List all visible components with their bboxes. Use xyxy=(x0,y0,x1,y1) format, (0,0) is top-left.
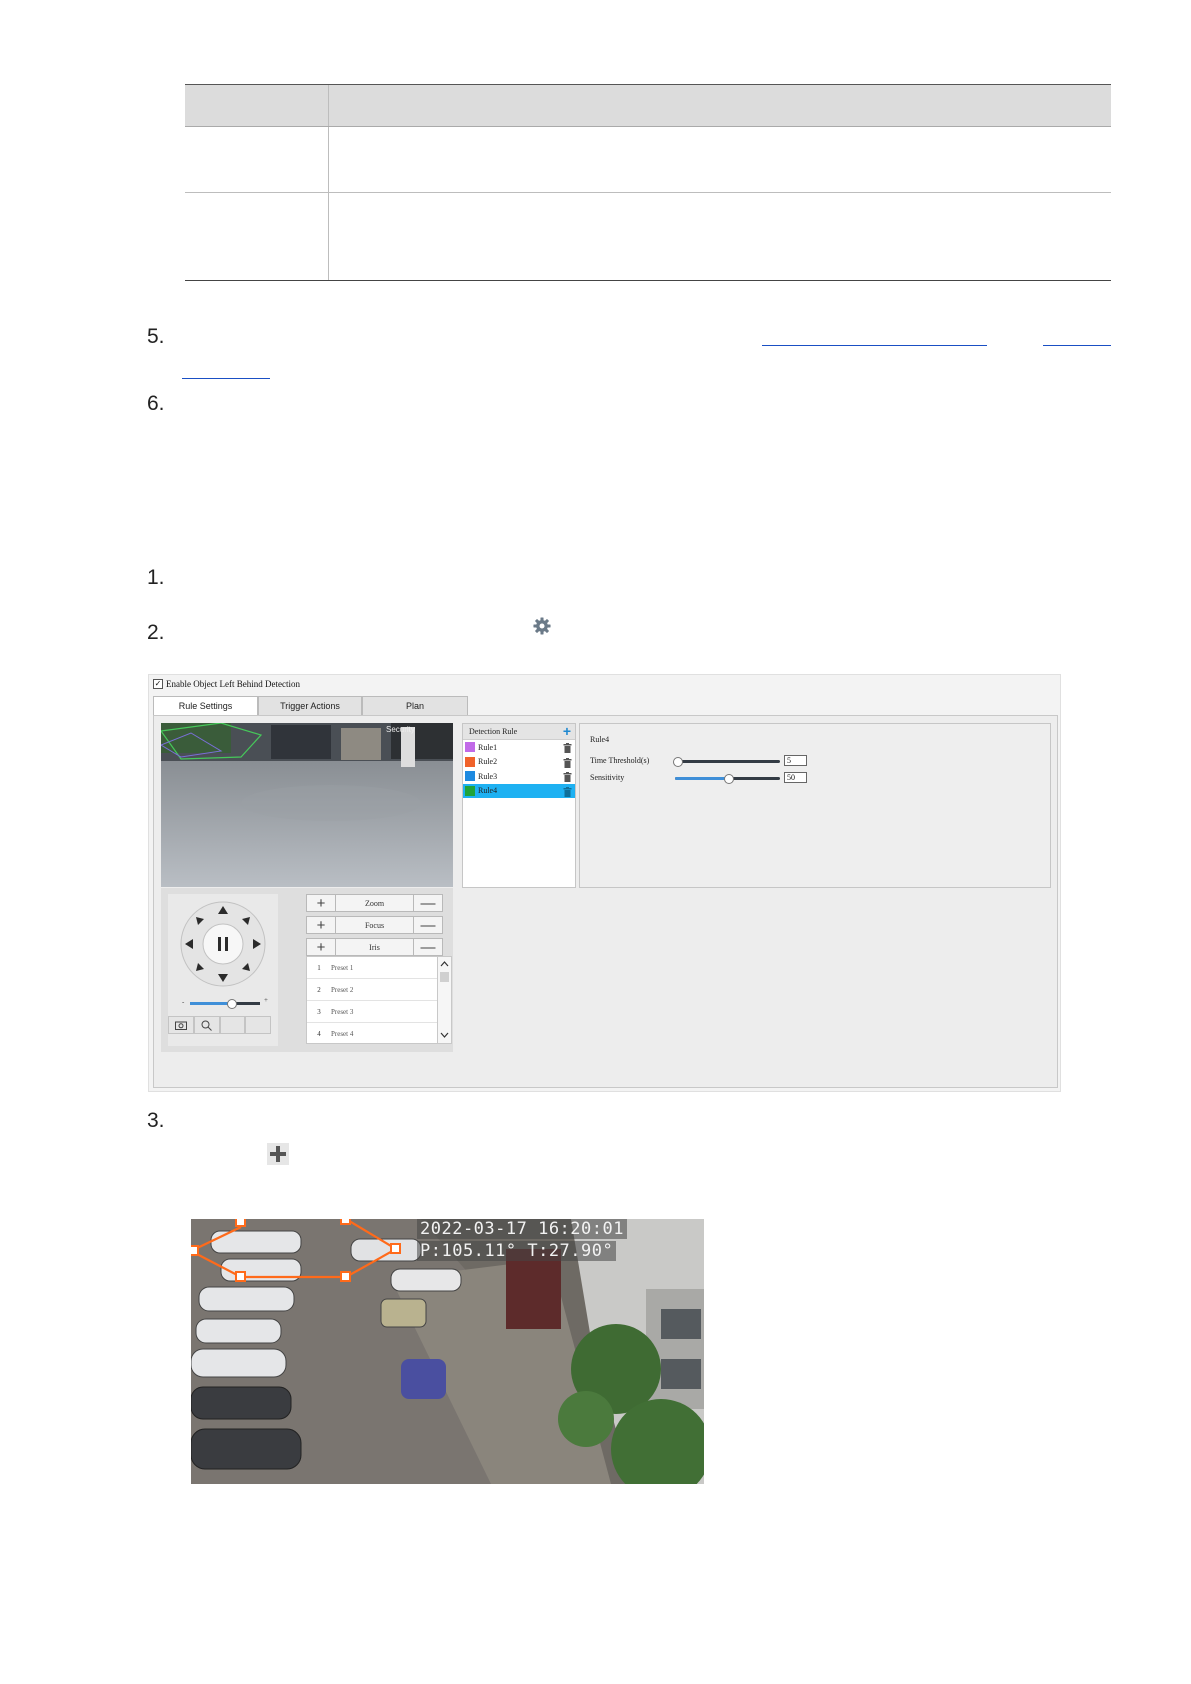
ptz-bottom-toolbar xyxy=(168,1016,271,1034)
preset-item[interactable]: 4 Preset 4 xyxy=(307,1023,437,1044)
table-row xyxy=(185,193,1111,281)
zoom-out-button[interactable]: — xyxy=(413,894,443,912)
ptz-speed-fill xyxy=(190,1002,231,1005)
zoom-area-button[interactable] xyxy=(193,1016,220,1034)
rule-name: Rule3 xyxy=(478,771,498,781)
rule-item[interactable]: Rule1 xyxy=(463,740,575,755)
detection-settings-screenshot: ✓ Enable Object Left Behind Detection Ru… xyxy=(148,674,1061,1092)
step-number: 6. xyxy=(147,392,165,415)
gear-icon xyxy=(533,617,551,635)
slider-min-label: - xyxy=(182,998,185,1006)
iris-open-button[interactable]: + xyxy=(306,938,336,956)
rule-item[interactable]: Rule2 xyxy=(463,755,575,770)
trash-icon[interactable] xyxy=(563,786,572,797)
time-threshold-label: Time Threshold(s) xyxy=(590,756,650,765)
trash-icon[interactable] xyxy=(563,743,572,753)
rule-color-swatch xyxy=(465,742,475,753)
step-number: 3. xyxy=(147,1109,165,1132)
trash-icon[interactable] xyxy=(563,772,572,782)
focus-control: + Focus — xyxy=(306,916,443,934)
rule-name: Rule2 xyxy=(478,757,498,767)
rule-color-swatch xyxy=(465,771,475,782)
focus-far-button[interactable]: — xyxy=(413,916,443,934)
focus-label: Focus xyxy=(336,916,413,934)
table-cell xyxy=(329,193,1111,280)
rule-item-selected[interactable]: Rule4 xyxy=(463,783,575,798)
scrollbar-arrows xyxy=(440,961,449,1038)
table-cell xyxy=(329,127,1111,192)
camera-scene-photo: 2022-03-17 16:20:01 P:105.11° T:27.90° xyxy=(191,1219,704,1484)
rule-detail-title: Rule4 xyxy=(590,735,610,744)
rule-item[interactable]: Rule3 xyxy=(463,769,575,784)
time-threshold-input[interactable]: 5 xyxy=(784,755,807,766)
cross-reference-link[interactable] xyxy=(182,378,270,379)
osd-ptz-position: P:105.11° T:27.90° xyxy=(417,1241,617,1261)
tab-trigger-actions[interactable]: Trigger Actions xyxy=(258,696,362,715)
video-osd-label: Security xyxy=(386,725,415,734)
sensitivity-slider[interactable] xyxy=(675,774,780,784)
detection-rule-title: Detection Rule xyxy=(469,727,518,736)
ptz-speed-slider[interactable] xyxy=(190,999,260,1009)
zoom-label: Zoom xyxy=(336,894,413,912)
preset-scrollbar[interactable] xyxy=(437,956,452,1044)
snapshot-button[interactable] xyxy=(168,1016,194,1034)
step-number: 5. xyxy=(147,325,165,348)
enable-detection-checkbox[interactable]: ✓ Enable Object Left Behind Detection xyxy=(153,679,300,689)
rule-name: Rule4 xyxy=(478,786,498,796)
preset-item[interactable]: 3 Preset 3 xyxy=(307,1001,437,1023)
iris-label: Iris xyxy=(336,938,413,956)
settings-tabs: Rule Settings Trigger Actions Plan xyxy=(153,696,468,715)
sensitivity-fill xyxy=(675,777,728,780)
sensitivity-label: Sensitivity xyxy=(590,773,625,782)
rule-name: Rule1 xyxy=(478,742,498,752)
time-threshold-knob[interactable] xyxy=(673,757,683,767)
iris-control: + Iris — xyxy=(306,938,443,956)
tab-rule-settings[interactable]: Rule Settings xyxy=(153,696,258,715)
zoom-control: + Zoom — xyxy=(306,894,443,912)
rule-detail-panel: Rule4 Time Threshold(s) 5 Sensitivity 50 xyxy=(579,723,1051,888)
magnifier-icon xyxy=(201,1020,212,1031)
rule-color-swatch xyxy=(465,756,475,767)
step-number: 1. xyxy=(147,566,165,589)
sensitivity-input[interactable]: 50 xyxy=(784,772,807,783)
slider-max-label: + xyxy=(264,996,268,1004)
iris-close-button[interactable]: — xyxy=(413,938,443,956)
table-header-cell xyxy=(185,85,329,126)
rule-color-swatch xyxy=(465,785,475,796)
checkbox-checked-icon[interactable]: ✓ xyxy=(153,679,163,689)
preset-item[interactable]: 1 Preset 1 xyxy=(307,957,437,979)
parameter-table xyxy=(185,84,1111,281)
toolbar-empty-slot xyxy=(219,1016,246,1034)
add-rule-icon[interactable]: + xyxy=(563,724,571,739)
ptz-direction-pad[interactable] xyxy=(168,894,278,1004)
table-header-cell xyxy=(329,85,1111,126)
osd-datetime: 2022-03-17 16:20:01 xyxy=(417,1219,627,1239)
table-header-row xyxy=(185,84,1111,127)
tab-plan[interactable]: Plan xyxy=(362,696,468,715)
ptz-control-panel: - + + Zoom — + Focus — + Iris — 1 Preset… xyxy=(161,888,453,1052)
enable-detection-label: Enable Object Left Behind Detection xyxy=(166,679,300,689)
camera-icon xyxy=(174,1021,187,1030)
zoom-in-button[interactable]: + xyxy=(306,894,336,912)
trash-icon[interactable] xyxy=(563,757,572,768)
ptz-speed-knob[interactable] xyxy=(227,999,237,1009)
cross-reference-link[interactable] xyxy=(762,345,987,346)
cross-reference-link[interactable] xyxy=(1043,345,1111,346)
toolbar-empty-slot xyxy=(245,1016,271,1034)
step-number: 2. xyxy=(147,621,165,644)
rule-settings-panel: Security - + + Zoom — + Focus — + Iris —… xyxy=(153,715,1058,1088)
focus-near-button[interactable]: + xyxy=(306,916,336,934)
table-row xyxy=(185,127,1111,193)
live-video-preview[interactable]: Security xyxy=(161,723,453,887)
video-frame-image xyxy=(161,723,453,887)
add-plus-icon xyxy=(267,1143,289,1165)
preset-list: 1 Preset 1 2 Preset 2 3 Preset 3 4 Preset 4 xyxy=(306,956,438,1044)
time-threshold-slider[interactable] xyxy=(673,757,780,767)
table-cell xyxy=(185,127,329,192)
detection-rule-list: Detection Rule + Rule1 Rule2 Rule3 Rule4 xyxy=(462,723,576,888)
preset-item[interactable]: 2 Preset 2 xyxy=(307,979,437,1001)
table-cell xyxy=(185,193,329,280)
detection-rule-header: Detection Rule + xyxy=(463,724,575,740)
sensitivity-knob[interactable] xyxy=(724,774,734,784)
